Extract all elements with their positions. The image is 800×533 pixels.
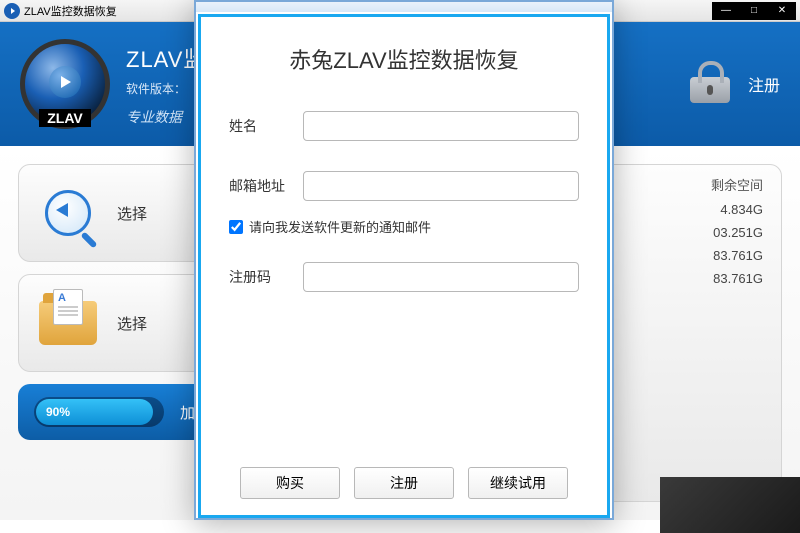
name-label: 姓名 (229, 116, 303, 136)
dialog-buttons: 购买 注册 继续试用 (229, 467, 579, 499)
close-button[interactable]: ✕ (768, 2, 796, 20)
dialog-titlebar (196, 2, 612, 12)
name-row: 姓名 (229, 111, 579, 141)
code-row: 注册码 (229, 262, 579, 292)
register-dialog: 赤兔ZLAV监控数据恢复 姓名 邮箱地址 请向我发送软件更新的通知邮件 注册码 … (194, 0, 614, 520)
newsletter-checkbox[interactable] (229, 220, 243, 234)
app-logo: ZLAV (20, 39, 110, 129)
dialog-body: 赤兔ZLAV监控数据恢复 姓名 邮箱地址 请向我发送软件更新的通知邮件 注册码 … (198, 14, 610, 518)
desktop-corner (660, 477, 800, 533)
code-label: 注册码 (229, 267, 303, 287)
buy-button[interactable]: 购买 (240, 467, 340, 499)
window-title: ZLAV监控数据恢复 (24, 3, 117, 19)
progress-fill: 90% (36, 399, 153, 425)
select-disk-label: 选择 (117, 203, 147, 224)
minimize-button[interactable]: — (712, 2, 740, 20)
code-input[interactable] (303, 262, 579, 292)
logo-text: ZLAV (39, 109, 91, 127)
email-row: 邮箱地址 (229, 171, 579, 201)
app-icon (4, 3, 20, 19)
folder-icon (35, 290, 101, 356)
select-folder-label: 选择 (117, 313, 147, 334)
register-box[interactable]: 注册 (682, 59, 780, 109)
lock-icon (682, 59, 738, 109)
register-button[interactable]: 注册 (354, 467, 454, 499)
window-controls: — □ ✕ (712, 2, 796, 20)
progress-bar: 90% (34, 397, 164, 427)
newsletter-row[interactable]: 请向我发送软件更新的通知邮件 (229, 217, 579, 236)
disk-search-icon (35, 180, 101, 246)
continue-trial-button[interactable]: 继续试用 (468, 467, 568, 499)
maximize-button[interactable]: □ (740, 2, 768, 20)
name-input[interactable] (303, 111, 579, 141)
register-label: 注册 (748, 72, 780, 96)
progress-percent: 90% (46, 405, 70, 419)
email-label: 邮箱地址 (229, 176, 303, 196)
play-icon (49, 66, 81, 98)
newsletter-label: 请向我发送软件更新的通知邮件 (249, 217, 431, 236)
email-input[interactable] (303, 171, 579, 201)
dialog-title: 赤兔ZLAV监控数据恢复 (229, 43, 579, 75)
